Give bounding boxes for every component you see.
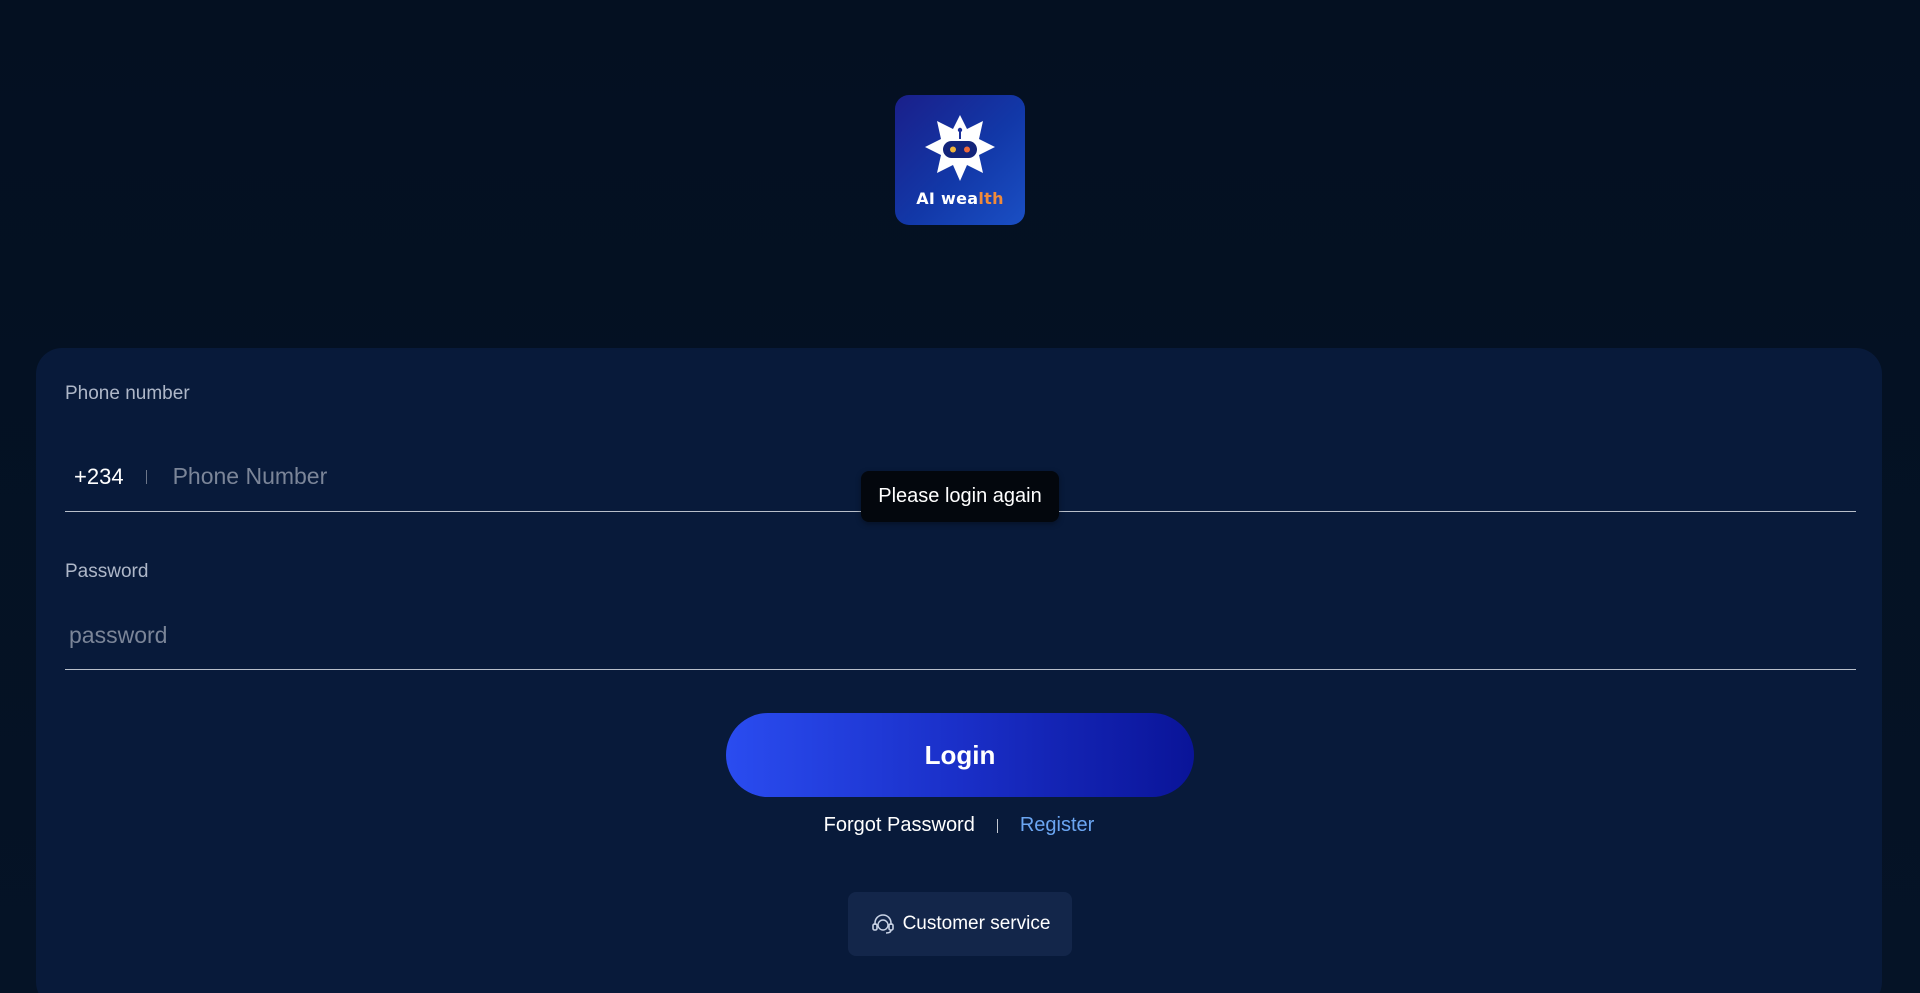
login-button[interactable]: Login — [726, 713, 1194, 797]
customer-service-button[interactable]: Customer service — [848, 892, 1072, 956]
login-page: AI wealth Phone number +234 Password Log… — [0, 0, 1920, 993]
toast-message: Please login again — [861, 471, 1059, 522]
password-label: Password — [65, 561, 149, 582]
link-divider — [996, 818, 998, 833]
forgot-password-link[interactable]: Forgot Password — [824, 814, 975, 837]
robot-star-icon — [925, 115, 995, 181]
phone-label: Phone number — [65, 383, 190, 404]
password-input[interactable] — [67, 621, 1856, 650]
country-code[interactable]: +234 — [74, 464, 124, 490]
password-field — [65, 602, 1856, 670]
app-logo: AI wealth — [895, 95, 1025, 225]
login-card: Phone number +234 Password Login Forgot … — [36, 348, 1882, 993]
headset-icon — [870, 911, 896, 937]
register-link[interactable]: Register — [1020, 814, 1094, 837]
customer-service-label: Customer service — [902, 913, 1051, 934]
logo-text: AI wealth — [916, 189, 1004, 208]
prefix-divider — [145, 469, 147, 484]
auth-links: Forgot Password Register — [36, 814, 1882, 837]
